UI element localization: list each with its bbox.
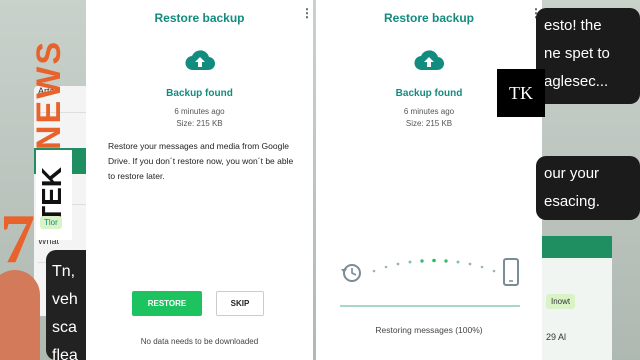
chat-time: 29 Al (546, 332, 567, 342)
news-wordmark: NEWS (30, 40, 68, 150)
phone-icon (503, 258, 519, 286)
cloud-upload-icon (414, 50, 444, 71)
chat-tag: Inowt (546, 294, 576, 309)
bubble-line: esto! the (544, 17, 602, 34)
left-decoration: Arta Whats What NEWS TEK 7 Tn, veh sca f… (0, 0, 86, 360)
speech-bubble: our your esacing. (536, 156, 640, 220)
backup-found-label: Backup found (166, 88, 233, 99)
screen-title: Restore backup (154, 11, 245, 25)
chat-header-bar (542, 236, 612, 258)
backup-time: 6 minutes ago (174, 107, 225, 116)
restore-description: Restore your messages and media from Goo… (108, 141, 294, 181)
screen-title: Restore backup (383, 11, 475, 25)
bubble-line: esacing. (544, 193, 600, 210)
dots-arc (372, 258, 496, 273)
cloud-upload-icon (185, 50, 215, 71)
restore-button[interactable]: RESTORE (132, 291, 202, 316)
chat-tag: Tlor (40, 216, 62, 229)
tk-logo: TK (497, 69, 545, 117)
bubble-line: aglesec... (544, 73, 609, 90)
speech-bubble: esto! the ne spet to aglesec... (536, 8, 640, 104)
download-note: No data needs to be downloaded (140, 337, 259, 346)
more-options-icon[interactable]: ⋮ (301, 7, 313, 19)
history-icon (341, 264, 361, 282)
skip-button[interactable]: SKIP (216, 291, 264, 316)
person-illustration (0, 270, 40, 360)
speech-bubble: Tn, veh sca flea (46, 250, 86, 360)
transfer-animation (341, 258, 519, 286)
bubble-line: Tn, (52, 263, 76, 280)
bubble-line: our your (544, 165, 600, 182)
bubble-line: flea (52, 347, 78, 360)
progress-fill (340, 305, 520, 307)
more-options-icon[interactable]: ⋮ (530, 7, 542, 19)
backup-size: Size: 215 KB (176, 119, 223, 128)
restore-status: Restoring messages (100%) (375, 325, 483, 335)
restore-progress-bar (340, 305, 520, 307)
restore-screen-1: Restore backup ⋮ Backup found 6 minutes … (86, 0, 313, 360)
backup-size: Size: 215 KB (405, 119, 453, 128)
bubble-line: sca (52, 319, 77, 336)
restore-screen-2: Restore backup ⋮ Backup found 6 minutes … (316, 0, 542, 360)
chat-preview-card: Inowt 29 Al (542, 236, 612, 360)
seven-wordmark: 7 (0, 201, 35, 278)
bubble-line: ne spet to (544, 45, 610, 62)
bubble-line: veh (52, 291, 78, 308)
